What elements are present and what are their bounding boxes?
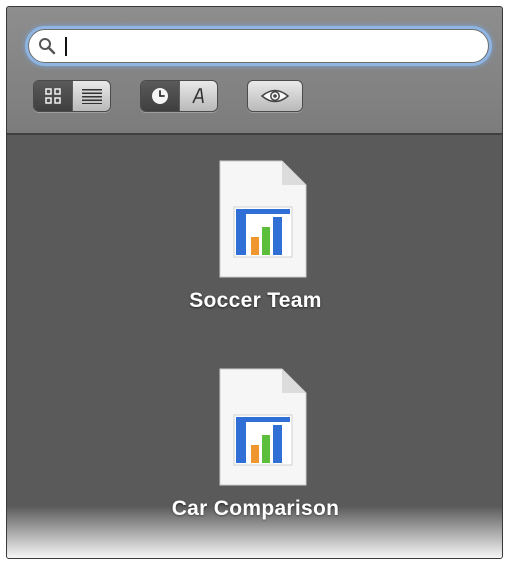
quicklook-button[interactable] — [248, 81, 302, 111]
grid-icon — [45, 88, 61, 104]
document-grid: Soccer Team Car Comparison — [7, 135, 502, 558]
icon-view-button[interactable] — [34, 81, 72, 111]
letter-a-icon — [191, 88, 204, 104]
quicklook-control — [247, 80, 303, 112]
clock-icon — [152, 88, 168, 104]
search-input[interactable] — [63, 34, 473, 58]
sort-mode-control — [140, 80, 218, 112]
sort-by-name-button[interactable] — [179, 81, 217, 111]
document-item-soccer-team[interactable]: Soccer Team — [7, 159, 502, 329]
document-label: Car Comparison — [171, 497, 340, 520]
list-icon — [81, 89, 102, 104]
view-mode-control — [33, 80, 111, 112]
eye-icon — [260, 89, 290, 103]
search-field[interactable] — [28, 29, 489, 63]
document-label: Soccer Team — [189, 289, 322, 312]
chart-document-icon — [219, 160, 307, 278]
document-browser-window: Soccer Team Car Comparison — [6, 6, 503, 559]
list-view-button[interactable] — [72, 81, 110, 111]
document-item-car-comparison[interactable]: Car Comparison — [7, 367, 502, 537]
text-caret — [65, 37, 67, 56]
toolbar — [7, 7, 502, 135]
chart-document-icon — [219, 368, 307, 486]
sort-by-date-button[interactable] — [141, 81, 179, 111]
search-icon — [39, 38, 56, 55]
